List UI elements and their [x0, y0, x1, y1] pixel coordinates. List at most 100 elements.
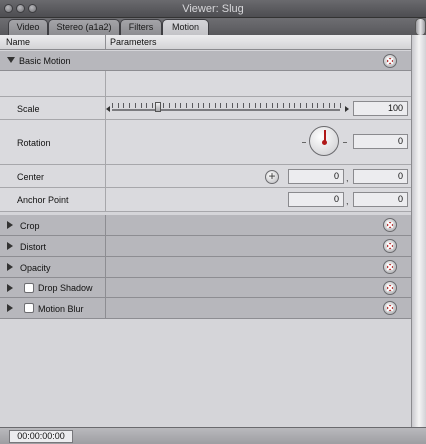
dial-tick-right	[343, 142, 347, 143]
column-divider	[105, 35, 106, 49]
drop-shadow-checkbox[interactable]	[24, 283, 34, 293]
dial-tick-left	[302, 142, 306, 143]
window-titlebar: Viewer: Slug	[0, 0, 426, 18]
slider-tick	[163, 103, 165, 108]
distort-group-row[interactable]: Distort	[0, 236, 411, 257]
center-row: Center + 0 , 0	[0, 165, 411, 188]
slider-tick	[180, 103, 182, 108]
drop-shadow-reset-button[interactable]	[383, 281, 397, 295]
tab-filters[interactable]: Filters	[120, 19, 162, 35]
scale-value-field[interactable]: 100	[353, 101, 408, 116]
slider-tick	[231, 103, 233, 108]
anchor-point-row: Anchor Point 0 , 0	[0, 188, 411, 212]
center-separator: ,	[346, 173, 349, 183]
motion-blur-reset-button[interactable]	[383, 301, 397, 315]
anchor-point-x-field[interactable]: 0	[288, 192, 344, 207]
slider-tick	[271, 103, 273, 108]
crosshair-plus-icon[interactable]: +	[265, 170, 279, 184]
drop-shadow-label: Drop Shadow	[38, 283, 93, 293]
opacity-label: Opacity	[20, 263, 51, 273]
slider-tick	[117, 103, 119, 108]
tab-video[interactable]: Video	[8, 19, 48, 35]
disclosure-triangle-right-icon[interactable]	[7, 304, 13, 312]
anchor-point-y-field[interactable]: 0	[353, 192, 408, 207]
slider-tick	[265, 103, 267, 108]
scale-slider-thumb[interactable]	[154, 102, 161, 112]
vertical-scrollbar[interactable]	[411, 35, 426, 427]
window-title: Viewer: Slug	[182, 3, 244, 15]
crop-reset-button[interactable]	[383, 218, 397, 232]
motion-blur-group-row[interactable]: Motion Blur	[0, 298, 411, 319]
row-divider	[105, 165, 106, 187]
disclosure-triangle-right-icon[interactable]	[7, 284, 13, 292]
basic-motion-group-row[interactable]: Basic Motion	[0, 51, 411, 71]
tab-bar: Video Stereo (a1a2) Filters Motion	[0, 18, 426, 35]
slider-tick	[311, 103, 313, 108]
slider-tick	[334, 103, 336, 108]
basic-motion-reset-button[interactable]	[383, 54, 397, 68]
opacity-reset-button[interactable]	[383, 260, 397, 274]
row-divider	[105, 236, 106, 256]
tab-stereo[interactable]: Stereo (a1a2)	[48, 19, 120, 35]
motion-blur-checkbox[interactable]	[24, 303, 34, 313]
center-label: Center	[17, 172, 45, 182]
crop-group-row[interactable]: Crop	[0, 215, 411, 236]
slider-tick	[294, 103, 296, 108]
spacer-row	[0, 71, 411, 97]
column-header: Name Parameters	[0, 35, 411, 50]
slider-tick	[322, 103, 324, 108]
anchor-point-separator: ,	[346, 196, 349, 206]
slider-increment-arrow-icon[interactable]	[345, 106, 349, 112]
row-divider	[105, 278, 106, 297]
rotation-row: Rotation 0	[0, 120, 411, 165]
disclosure-triangle-right-icon[interactable]	[7, 242, 13, 250]
distort-reset-button[interactable]	[383, 239, 397, 253]
reset-x-icon	[387, 243, 393, 249]
slider-tick	[283, 103, 284, 108]
disclosure-triangle-down-icon[interactable]	[7, 57, 15, 63]
slider-decrement-arrow-icon[interactable]	[106, 106, 110, 112]
slider-tick	[260, 103, 262, 108]
disclosure-triangle-right-icon[interactable]	[7, 263, 13, 271]
slider-tick	[208, 103, 210, 108]
center-y-field[interactable]: 0	[353, 169, 408, 184]
scale-slider-track[interactable]	[112, 109, 340, 111]
slider-tick	[226, 103, 227, 108]
parameters-column-header[interactable]: Parameters	[110, 37, 157, 47]
anchor-point-label: Anchor Point	[17, 195, 69, 205]
rotation-dial-pivot	[322, 140, 327, 145]
center-x-field[interactable]: 0	[288, 169, 344, 184]
row-divider	[105, 120, 106, 164]
row-divider	[105, 188, 106, 211]
scroll-knob-icon[interactable]	[415, 18, 426, 36]
timecode-field[interactable]: 00:00:00:00	[9, 430, 73, 443]
rotation-dial-icon[interactable]	[309, 126, 339, 156]
slider-tick	[243, 103, 245, 108]
slider-tick	[112, 103, 113, 108]
row-divider	[105, 215, 106, 235]
slider-tick	[237, 103, 239, 108]
slider-tick	[277, 103, 279, 108]
slider-tick	[191, 103, 193, 108]
scale-label: Scale	[17, 104, 40, 114]
row-divider	[105, 257, 106, 277]
slider-tick	[328, 103, 330, 108]
drop-shadow-group-row[interactable]: Drop Shadow	[0, 278, 411, 298]
slider-tick	[220, 103, 222, 108]
slider-tick	[197, 103, 199, 108]
name-column-header[interactable]: Name	[6, 37, 30, 47]
bottom-bar: 00:00:00:00	[0, 427, 426, 444]
slider-tick	[151, 103, 153, 108]
tab-motion[interactable]: Motion	[162, 19, 209, 35]
slider-tick	[169, 103, 170, 108]
scale-row: Scale 100	[0, 97, 411, 120]
slider-tick	[146, 103, 148, 108]
slider-tick	[288, 103, 290, 108]
disclosure-triangle-right-icon[interactable]	[7, 221, 13, 229]
rotation-value-field[interactable]: 0	[353, 134, 408, 149]
slider-tick	[123, 103, 125, 108]
slider-tick	[174, 103, 176, 108]
slider-tick	[140, 103, 142, 108]
reset-x-icon	[387, 305, 393, 311]
opacity-group-row[interactable]: Opacity	[0, 257, 411, 278]
